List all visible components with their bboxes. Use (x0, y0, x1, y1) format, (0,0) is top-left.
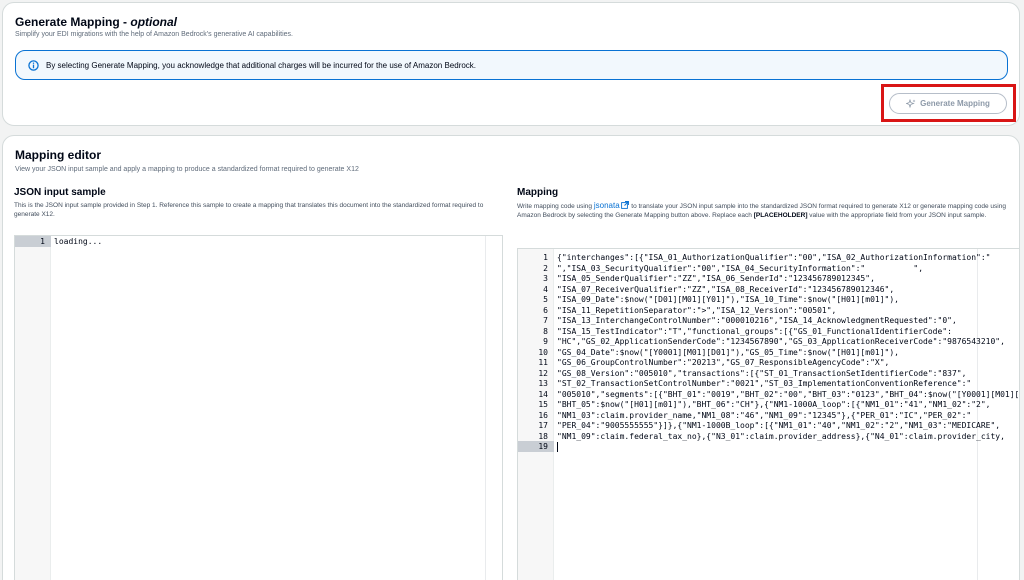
generate-mapping-title: Generate Mapping - optional (15, 15, 177, 29)
line-number: 6 (543, 305, 548, 315)
mapping-desc-post: value with the appropriate field from yo… (807, 212, 987, 219)
code-line: 14 "005010","segments":[{"BHT_01":"0019",… (518, 389, 1019, 400)
json-editor-gutter (15, 236, 51, 580)
line-number: 8 (543, 326, 548, 336)
line-number: 14 (538, 389, 548, 399)
code-text: loading... (54, 237, 103, 246)
line-number: 9 (543, 337, 548, 346)
code-text: "ISA_13_InterchangeControlNumber":"00001… (557, 316, 957, 325)
mapping-editor-title: Mapping editor (15, 148, 101, 162)
info-alert: By selecting Generate Mapping, you ackno… (15, 50, 1008, 80)
line-number: 4 (543, 284, 548, 294)
generate-mapping-panel: Generate Mapping - optional Simplify you… (2, 2, 1020, 126)
placeholder-token: [PLACEHOLDER] (753, 212, 808, 219)
mapping-code-editor[interactable]: 1 {"interchanges":[{"ISA_01_Authorization… (517, 248, 1020, 580)
line-number: 15 (538, 400, 548, 409)
line-number: 16 (538, 410, 548, 420)
code-text: "NM1_09":claim.federal_tax_no},{"N3_01":… (557, 431, 1005, 441)
code-text: "ISA_11_RepetitionSeparator":">","ISA_12… (557, 305, 837, 315)
code-line: 5 "ISA_09_Date":$now("[D01][M01][Y01]"),"… (518, 294, 1019, 305)
json-input-title: JSON input sample (14, 187, 106, 198)
sparkle-icon (906, 98, 916, 108)
generate-mapping-title-text: Generate Mapping - (15, 15, 131, 29)
mapping-desc-pre: Write mapping code using (517, 203, 594, 210)
generate-mapping-button[interactable]: Generate Mapping (889, 93, 1007, 114)
line-number: 11 (538, 358, 548, 367)
jsonata-link[interactable]: jsonata (594, 201, 620, 210)
code-line: 10 "GS_04_Date":$now("[Y0001][M01][D01]")… (518, 347, 1019, 358)
code-line: 12 "GS_08_Version":"005010","transactions… (518, 368, 1019, 379)
mapping-description: Write mapping code using jsonata to tran… (517, 201, 1017, 220)
code-line: 1 loading... (15, 236, 502, 247)
code-text: "ISA_15_TestIndicator":"T","functional_g… (557, 326, 952, 336)
line-number: 1 (40, 237, 45, 246)
code-line: 15 "BHT_05":$now("[H01][m01]"),"BHT_06":"… (518, 399, 1019, 410)
code-text: "NM1_03":claim.provider_name,"NM1_08":"4… (557, 410, 972, 420)
code-text: "PER_04":"9005555555"}]},{"NM1-1000B_loo… (557, 421, 1001, 430)
text-cursor (557, 442, 558, 452)
code-line: 2 ","ISA_03_SecurityQualifier":"00","ISA_… (518, 263, 1019, 274)
code-text: "HC","GS_02_ApplicationSenderCode":"1234… (557, 337, 1005, 346)
line-number: 19 (538, 442, 548, 451)
code-line: 1 {"interchanges":[{"ISA_01_Authorization… (518, 252, 1019, 263)
code-text: "ISA_09_Date":$now("[D01][M01][Y01]"),"I… (557, 295, 899, 304)
optional-label: optional (130, 15, 178, 29)
code-text: {"interchanges":[{"ISA_01_AuthorizationQ… (557, 253, 991, 262)
info-alert-text: By selecting Generate Mapping, you ackno… (46, 61, 477, 70)
code-text: "ISA_07_ReceiverQualifier":"ZZ","ISA_08_… (557, 284, 895, 294)
code-line: 8 "ISA_15_TestIndicator":"T","functional_… (518, 326, 1019, 337)
print-margin (485, 236, 486, 580)
code-text: ","ISA_03_SecurityQualifier":"00","ISA_0… (557, 263, 924, 273)
code-line: 19 (518, 441, 1019, 452)
code-line: 4 "ISA_07_ReceiverQualifier":"ZZ","ISA_08… (518, 284, 1019, 295)
code-line: 3 "ISA_05_SenderQualifier":"ZZ","ISA_06_S… (518, 273, 1019, 284)
line-number: 1 (543, 253, 548, 262)
code-text: "ST_02_TransactionSetControlNumber":"002… (557, 379, 972, 388)
line-number: 13 (538, 379, 548, 388)
code-line: 16 "NM1_03":claim.provider_name,"NM1_08":… (518, 410, 1019, 421)
code-line: 6 "ISA_11_RepetitionSeparator":">","ISA_1… (518, 305, 1019, 316)
code-line: 7 "ISA_13_InterchangeControlNumber":"0000… (518, 315, 1019, 326)
mapping-editor-subtitle: View your JSON input sample and apply a … (15, 166, 359, 173)
code-line: 11 "GS_06_GroupControlNumber":"20213","GS… (518, 357, 1019, 368)
line-number: 10 (538, 347, 548, 357)
code-line: 18 "NM1_09":claim.federal_tax_no},{"N3_01… (518, 431, 1019, 442)
code-line: 13 "ST_02_TransactionSetControlNumber":"0… (518, 378, 1019, 389)
line-number: 7 (543, 316, 548, 325)
code-text: "005010","segments":[{"BHT_01":"0019","B… (557, 389, 1020, 399)
line-number: 3 (543, 274, 548, 283)
mapping-title: Mapping (517, 187, 559, 198)
line-number: 18 (538, 431, 548, 441)
code-line: 9 "HC","GS_02_ApplicationSenderCode":"123… (518, 336, 1019, 347)
code-text: "GS_08_Version":"005010","transactions":… (557, 368, 967, 378)
code-text: "GS_06_GroupControlNumber":"20213","GS_0… (557, 358, 890, 367)
code-text: "GS_04_Date":$now("[Y0001][M01][D01]"),"… (557, 347, 899, 357)
generate-mapping-subtitle: Simplify your EDI migrations with the he… (15, 31, 293, 38)
line-number: 17 (538, 421, 548, 430)
line-number: 5 (543, 295, 548, 304)
json-input-description: This is the JSON input sample provided i… (14, 202, 484, 218)
info-icon (28, 60, 39, 71)
json-input-editor[interactable]: 1 loading... (14, 235, 503, 580)
line-number: 12 (538, 368, 548, 378)
code-text: "ISA_05_SenderQualifier":"ZZ","ISA_06_Se… (557, 274, 875, 283)
generate-mapping-button-label: Generate Mapping (920, 99, 990, 108)
code-line: 17 "PER_04":"9005555555"}]},{"NM1-1000B_l… (518, 420, 1019, 431)
code-text: "BHT_05":$now("[H01][m01]"),"BHT_06":"CH… (557, 400, 991, 409)
line-number: 2 (543, 263, 548, 273)
